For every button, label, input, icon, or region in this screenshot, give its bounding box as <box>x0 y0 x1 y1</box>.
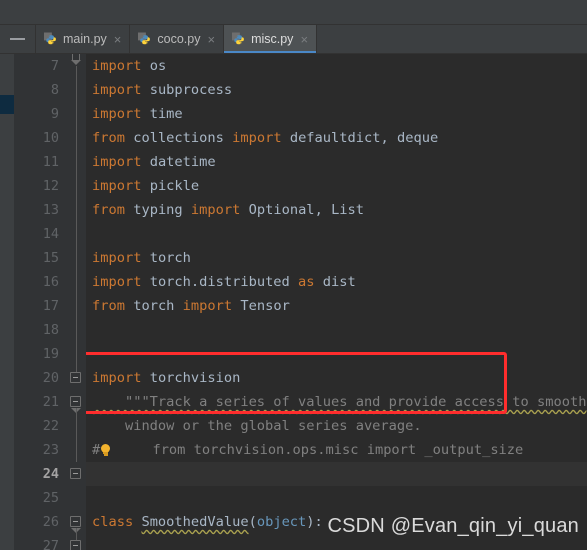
fold-range-line <box>75 66 77 372</box>
line-number: 25 <box>42 490 59 506</box>
code-line-15[interactable]: import torch <box>86 246 587 270</box>
python-file-icon <box>44 32 58 47</box>
code-comment: window or the global series average. <box>92 418 422 434</box>
line-number: 23 <box>42 442 59 458</box>
pycharm-editor-window: main.py × coco.py × misc.py × 7 8 9 10 1… <box>0 0 587 550</box>
gutter-strip <box>14 54 24 550</box>
tab-label: coco.py <box>157 32 201 46</box>
tab-main-py[interactable]: main.py × <box>36 25 131 53</box>
line-number: 8 <box>50 82 59 98</box>
fold-toggle-icon[interactable] <box>70 516 81 527</box>
line-number: 10 <box>42 130 59 146</box>
vcs-change-marker[interactable] <box>0 95 14 114</box>
minimize-glyph <box>10 38 25 40</box>
code-line-8[interactable]: import subprocess <box>86 78 587 102</box>
code-text-area[interactable]: import import osos import subprocess imp… <box>86 54 587 550</box>
code-folding-gutter[interactable] <box>66 54 86 550</box>
code-line-20[interactable]: import torchvision <box>86 366 587 390</box>
line-number: 21 <box>42 394 59 410</box>
code-line-13[interactable]: from typing import Optional, List <box>86 198 587 222</box>
line-number: 16 <box>42 274 59 290</box>
code-line-17[interactable]: from torch import Tensor <box>86 294 587 318</box>
line-number: 19 <box>42 346 59 362</box>
lightbulb-icon[interactable] <box>100 444 111 456</box>
vcs-change-gutter[interactable] <box>0 54 14 550</box>
line-number: 14 <box>42 226 59 242</box>
code-line-7[interactable]: import import osos <box>86 54 587 78</box>
close-icon[interactable]: × <box>300 33 308 46</box>
line-number: 11 <box>42 154 59 170</box>
code-line-21[interactable]: """Track a series of values and provide … <box>86 390 587 414</box>
code-line-22[interactable]: window or the global series average. <box>86 414 587 438</box>
line-number: 22 <box>42 418 59 434</box>
tab-coco-py[interactable]: coco.py × <box>130 25 225 53</box>
tab-label: misc.py <box>251 32 294 46</box>
python-file-icon <box>138 32 152 47</box>
code-line-10[interactable]: from collections import defaultdict, deq… <box>86 126 587 150</box>
line-number: 26 <box>42 514 59 530</box>
watermark-text: CSDN @Evan_qin_yi_quan <box>327 515 579 537</box>
fold-toggle-icon[interactable] <box>70 372 81 383</box>
code-line-9[interactable]: import time <box>86 102 587 126</box>
line-number: 17 <box>42 298 59 314</box>
line-number: 15 <box>42 250 59 266</box>
line-number: 12 <box>42 178 59 194</box>
minimize-icon[interactable] <box>0 25 36 53</box>
fold-range-line <box>75 408 77 462</box>
line-number: 18 <box>42 322 59 338</box>
code-line-12[interactable]: import pickle <box>86 174 587 198</box>
tab-label: main.py <box>63 32 107 46</box>
code-editor[interactable]: 7 8 9 10 11 12 13 14 15 16 17 18 19 20 2… <box>0 54 587 550</box>
code-line-18[interactable] <box>86 318 587 342</box>
code-line-14[interactable] <box>86 222 587 246</box>
line-number-current: 24 <box>42 466 59 482</box>
code-line-25[interactable] <box>86 486 587 510</box>
code-comment: """Track a series of values and provide … <box>92 394 587 410</box>
line-number: 20 <box>42 370 59 386</box>
code-line-19[interactable] <box>86 342 587 366</box>
fold-toggle-icon[interactable] <box>70 468 81 479</box>
line-number-gutter: 7 8 9 10 11 12 13 14 15 16 17 18 19 20 2… <box>24 54 66 550</box>
line-number: 27 <box>42 538 59 550</box>
line-number: 9 <box>50 106 59 122</box>
close-icon[interactable]: × <box>114 33 122 46</box>
fold-toggle-icon[interactable] <box>70 396 81 407</box>
fold-toggle-icon[interactable] <box>70 540 81 550</box>
code-line-11[interactable]: import datetime <box>86 150 587 174</box>
line-number: 13 <box>42 202 59 218</box>
close-icon[interactable]: × <box>207 33 215 46</box>
fold-arrow-icon[interactable] <box>70 60 81 65</box>
line-number: 7 <box>50 58 59 74</box>
window-toolbar-strip <box>0 0 587 25</box>
code-line-16[interactable]: import torch.distributed as dist <box>86 270 587 294</box>
python-file-icon <box>232 32 246 47</box>
editor-tab-bar: main.py × coco.py × misc.py × <box>0 25 587 54</box>
code-line-23[interactable]: # from torchvision.ops.misc import _outp… <box>86 438 587 462</box>
code-line-24[interactable] <box>86 462 587 486</box>
tab-misc-py[interactable]: misc.py × <box>224 25 318 53</box>
